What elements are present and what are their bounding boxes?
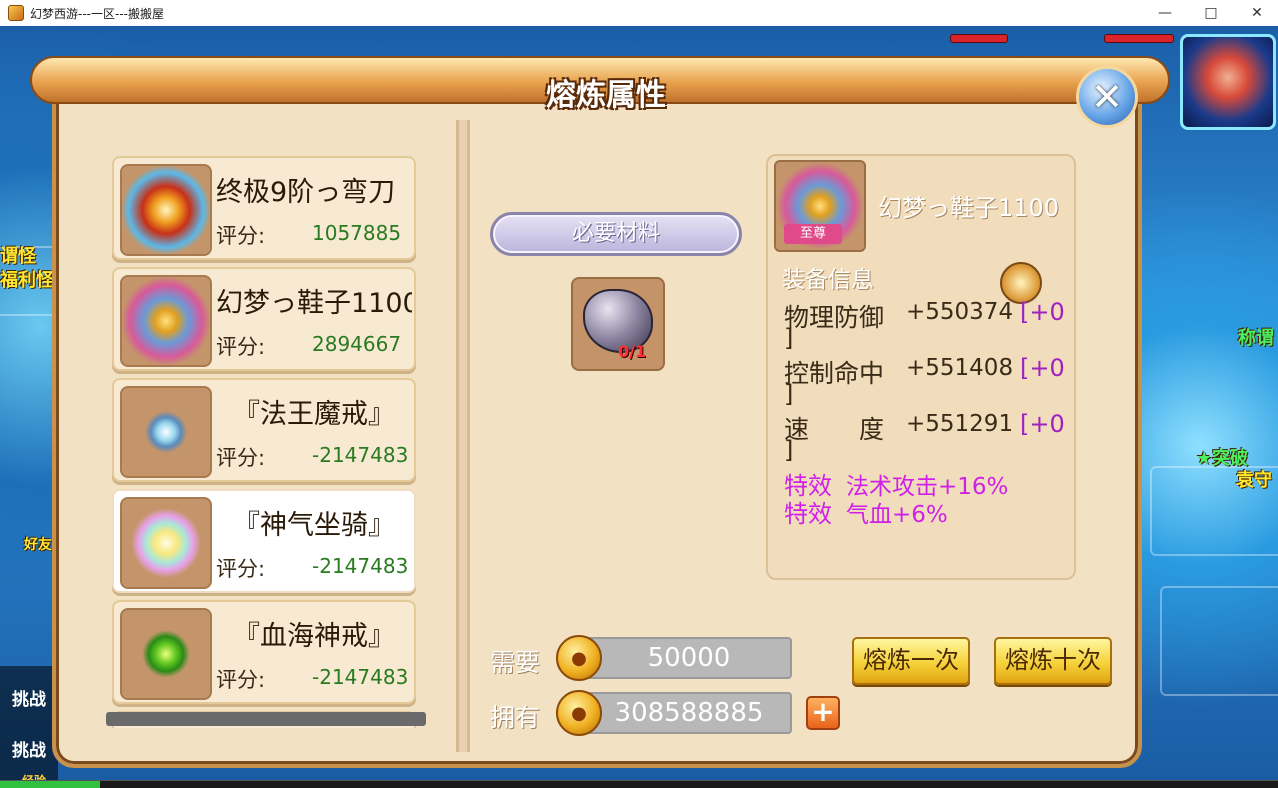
list-item[interactable]: 幻梦っ鞋子1100 评分: 2894667 — [112, 267, 416, 371]
list-item[interactable]: 『法王魔戒』 评分: -2147483 — [112, 378, 416, 482]
chat-line: 挑战 — [12, 690, 46, 710]
scene-text: 袁守 — [1236, 470, 1272, 491]
add-currency-button[interactable]: + — [806, 696, 840, 730]
coin-icon: ● — [556, 690, 602, 736]
stat-bonus: [+0 — [1020, 354, 1065, 382]
app-icon — [8, 5, 24, 21]
section-title: 装备信息 — [782, 267, 874, 293]
smelt-ten-button[interactable]: 熔炼十次 — [994, 637, 1112, 685]
stat-close: ] — [784, 436, 794, 464]
friend-label[interactable]: 好友 — [24, 534, 52, 554]
stat-row: 速 度 +551291 [+0 — [784, 410, 1065, 446]
list-item-selected[interactable]: 『神气坐骑』 评分: -2147483 — [112, 489, 416, 593]
stat-label: 速 度 — [784, 415, 885, 444]
have-field: 308588885 — [586, 692, 792, 734]
score-value: 2894667 — [312, 332, 402, 356]
boots-icon: 至尊 — [774, 160, 866, 252]
score-value: 1057885 — [312, 221, 402, 245]
item-name: 终极9阶っ弯刀 — [216, 177, 396, 208]
item-name: 『血海神戒』 — [233, 621, 395, 652]
window-titlebar: 幻梦西游---一区---搬搬屋 — □ ✕ — [0, 0, 1278, 26]
mount-icon — [120, 497, 212, 589]
ring-icon — [120, 608, 212, 700]
score-label: 评分: — [216, 224, 266, 248]
stat-label: 物理防御 — [784, 303, 885, 332]
stat-value: +550374 — [906, 299, 1014, 325]
list-item[interactable]: 终极9阶っ弯刀 评分: 1057885 — [112, 156, 416, 260]
effect-value: 气血+6% — [846, 502, 948, 528]
blade-icon — [120, 164, 212, 256]
score-label: 评分: — [216, 446, 266, 470]
coin-icon: ● — [556, 635, 602, 681]
stat-row: 控制命中 +551408 [+0 — [784, 354, 1065, 390]
stat-row: 物理防御 +550374 [+0 — [784, 298, 1065, 334]
material-label: 必要材料 — [490, 212, 742, 256]
minimize-button[interactable]: — — [1142, 0, 1188, 26]
equipment-list[interactable]: 终极9阶っ弯刀 评分: 1057885 幻梦っ鞋子1100 评分: 289466… — [104, 150, 426, 728]
scene-text: 谓怪 — [0, 246, 36, 267]
stat-value: +551291 — [906, 411, 1014, 437]
scene-text: 福利怪 — [0, 270, 54, 291]
exp-bar-fill — [0, 781, 100, 788]
stat-close: ] — [784, 380, 794, 408]
dialog-title: 熔炼属性 — [546, 78, 666, 113]
rarity-badge: 至尊 — [784, 224, 842, 244]
list-scrollbar[interactable] — [106, 712, 426, 726]
chat-line: 挑战 — [12, 741, 46, 761]
close-window-button[interactable]: ✕ — [1234, 0, 1278, 26]
score-value: -2147483 — [312, 554, 409, 578]
scene-text: 称谓 — [1238, 328, 1274, 349]
hp-bar — [950, 34, 1008, 43]
material-count: 0/1 — [618, 342, 647, 361]
item-name: 幻梦っ鞋子1100 — [216, 288, 412, 319]
stat-bonus: [+0 — [1020, 410, 1065, 438]
scene-tile — [1160, 586, 1278, 696]
need-label: 需要 — [490, 648, 541, 677]
item-name: 『神气坐骑』 — [233, 510, 395, 541]
stat-value: +551408 — [906, 355, 1014, 381]
score-label: 评分: — [216, 335, 266, 359]
maximize-button[interactable]: □ — [1188, 0, 1234, 26]
window-title: 幻梦西游---一区---搬搬屋 — [30, 6, 164, 21]
score-value: -2147483 — [312, 665, 409, 689]
close-dialog-button[interactable]: ✕ — [1076, 66, 1138, 128]
have-label: 拥有 — [490, 703, 541, 732]
score-value: -2147483 — [312, 443, 409, 467]
boots-icon — [120, 275, 212, 367]
score-label: 评分: — [216, 668, 266, 692]
list-item[interactable]: 『血海神戒』 评分: -2147483 — [112, 600, 416, 704]
exp-bar — [0, 780, 1278, 788]
hp-bar — [1104, 34, 1174, 43]
ring-icon — [120, 386, 212, 478]
chat-panel[interactable]: 挑战 挑战 — [0, 666, 58, 788]
need-field: 50000 — [586, 637, 792, 679]
item-name: 幻梦っ鞋子1100 — [878, 194, 1060, 222]
divider — [456, 120, 470, 752]
score-label: 评分: — [216, 557, 266, 581]
smelt-once-button[interactable]: 熔炼一次 — [852, 637, 970, 685]
effect-label: 特效 — [784, 500, 832, 528]
stat-bonus: [+0 — [1020, 298, 1065, 326]
effect-row: 特效 气血+6% — [784, 494, 948, 529]
close-icon: ✕ — [1091, 75, 1123, 119]
stat-close: ] — [784, 324, 794, 352]
item-name: 『法王魔戒』 — [233, 399, 395, 430]
stat-label: 控制命中 — [784, 359, 885, 388]
